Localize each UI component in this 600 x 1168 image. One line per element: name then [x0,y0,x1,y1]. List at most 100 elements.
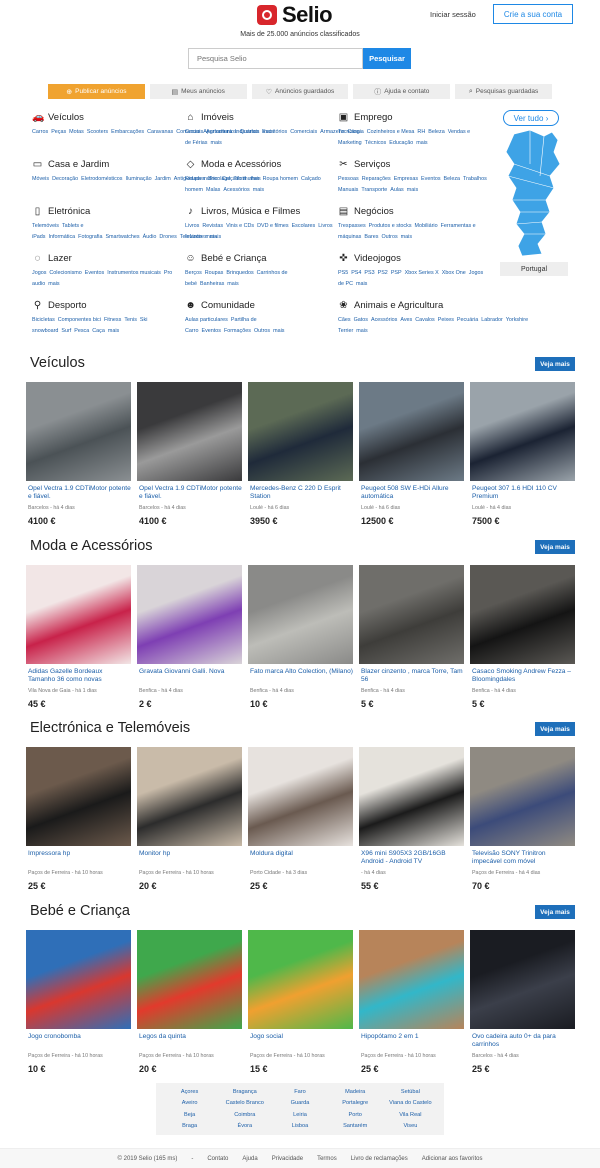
category-link[interactable]: Cães [338,317,351,323]
category-header[interactable]: ▤ Negócios [338,205,488,217]
see-more-button[interactable]: Veja mais [535,722,575,736]
category-header[interactable]: ☺ Bebé e Criança [185,252,335,264]
search-button[interactable]: Pesquisar [363,48,411,69]
category-link[interactable]: Aulas particulares [185,317,228,323]
city-link[interactable]: Setúbal [383,1087,438,1097]
category-link[interactable]: RH [417,129,425,135]
listing-photo[interactable] [137,747,242,846]
category-header[interactable]: 🚗 Veículos [32,111,182,123]
category-link[interactable]: Bicicletas [32,317,55,323]
listing-card[interactable]: Peugeot 307 1.6 HDI 110 CV Premium Loulé … [470,382,575,532]
category-link[interactable]: Empresas [394,176,418,182]
category-link[interactable]: Iluminação [126,176,152,182]
category-link[interactable]: mais [356,281,367,287]
help-contact-tab[interactable]: ⓘ Ajuda e contato [353,84,451,99]
category-link[interactable]: Reparações [362,176,391,182]
listing-title[interactable]: Impressora hp [26,850,131,868]
category-link[interactable]: Eventos [201,328,220,334]
category-link[interactable]: Outros [254,328,270,334]
saved-ads-tab[interactable]: ♡ Anúncios guardados [251,84,349,99]
listing-photo[interactable] [137,565,242,664]
category-link[interactable]: PSP [391,270,402,276]
category-link[interactable]: Labrador [481,317,503,323]
category-link[interactable]: Peixes [438,317,454,323]
footer-link[interactable]: Privacidade [272,1156,303,1162]
listing-title[interactable]: Hipopótamo 2 em 1 [359,1033,464,1051]
listing-photo[interactable] [248,747,353,846]
listing-card[interactable]: Legos da quinta Paços de Ferreira - há 10… [137,930,242,1080]
listing-card[interactable]: Gravata Giovanni Galli. Nova Benfica - há… [137,565,242,715]
listing-photo[interactable] [359,565,464,664]
listing-title[interactable]: X96 mini S905X3 2GB/16GB Android - Andro… [359,850,464,868]
category-link[interactable]: mais [253,187,264,193]
category-link[interactable]: mais [401,234,412,240]
category-link[interactable]: PS5 [338,270,348,276]
see-more-button[interactable]: Veja mais [535,357,575,371]
category-link[interactable]: Comerciais [290,129,317,135]
see-all-button[interactable]: Ver tudo › [503,110,559,126]
listing-photo[interactable] [26,382,131,481]
category-link[interactable]: Eventos [421,176,440,182]
category-link[interactable]: Caravanas [147,129,173,135]
category-header[interactable]: ♪ Livros, Música e Filmes [185,205,335,217]
category-link[interactable]: Brinquedos [226,270,253,276]
category-header[interactable]: ✂ Serviços [338,158,488,170]
category-link[interactable]: Telemóveis [32,223,59,229]
logo[interactable]: Selio [257,2,333,27]
city-link[interactable]: Coimbra [217,1110,272,1120]
category-link[interactable]: Informática [49,234,76,240]
category-link[interactable]: Calçado mulher [222,176,260,182]
listing-title[interactable]: Moldura digital [248,850,353,868]
category-link[interactable]: Livros [185,223,199,229]
category-link[interactable]: Caça [92,328,105,334]
category-link[interactable]: Escritórios [262,129,287,135]
listing-title[interactable]: Gravata Giovanni Galli. Nova [137,668,242,686]
category-link[interactable]: Drones [159,234,176,240]
listing-title[interactable]: Opel Vectra 1.9 CDTiMotor potente e fiáv… [137,485,242,503]
category-header[interactable]: ❀ Animais e Agricultura [338,299,488,311]
category-link[interactable]: Instrumentos musicais [107,270,161,276]
category-link[interactable]: PS4 [351,270,361,276]
listing-photo[interactable] [137,930,242,1029]
city-link[interactable]: Leiria [272,1110,327,1120]
category-link[interactable]: Técnicos [365,140,387,146]
listing-title[interactable]: Blazer cinzento , marca Torre, Tam 56 [359,668,464,686]
listing-title[interactable]: Adidas Gazelle Bordeaux Tamanho 36 como … [26,668,131,686]
country-label[interactable]: Portugal [500,262,568,276]
listing-title[interactable]: Peugeot 307 1.6 HDI 110 CV Premium [470,485,575,503]
listing-title[interactable]: Televisão SONY Trinitron impecável com m… [470,850,575,868]
category-link[interactable]: mais [407,187,418,193]
city-link[interactable]: Bragança [217,1087,272,1097]
see-more-button[interactable]: Veja mais [535,905,575,919]
listing-card[interactable]: Opel Vectra 1.9 CDTiMotor potente e fiáv… [137,382,242,532]
category-link[interactable]: Casas [185,129,200,135]
city-link[interactable]: Viana do Castelo [383,1098,438,1108]
category-link[interactable]: Mobiliário [415,223,438,229]
listing-title[interactable]: Jogo cronobomba [26,1033,131,1051]
section-title[interactable]: Electrónica e Telemóveis [30,720,190,736]
listing-card[interactable]: Opel Vectra 1.9 CDTiMotor potente e fiáv… [26,382,131,532]
category-link[interactable]: mais [48,281,59,287]
category-link[interactable]: mais [227,281,238,287]
listing-card[interactable]: Blazer cinzento , marca Torre, Tam 56 Ben… [359,565,464,715]
listing-photo[interactable] [137,382,242,481]
footer-link[interactable]: Termos [317,1156,337,1162]
category-link[interactable]: Vinis e CDs [226,223,254,229]
see-more-button[interactable]: Veja mais [535,540,575,554]
listing-photo[interactable] [470,930,575,1029]
footer-link[interactable]: Contato [207,1156,228,1162]
city-link[interactable]: Beja [162,1110,217,1120]
city-link[interactable]: Santarém [328,1121,383,1131]
category-link[interactable]: Scooters [87,129,108,135]
category-link[interactable]: Aves [400,317,412,323]
listing-title[interactable]: Ovo cadeira auto 0+ da para carrinhos [470,1033,575,1051]
listing-photo[interactable] [359,382,464,481]
category-link[interactable]: mais [416,140,427,146]
category-link[interactable]: Produtos e stocks [369,223,412,229]
category-link[interactable]: Roupas [205,270,224,276]
section-title[interactable]: Moda e Acessórios [30,538,153,554]
section-title[interactable]: Veículos [30,355,85,371]
city-link[interactable]: Guarda [272,1098,327,1108]
listing-photo[interactable] [26,747,131,846]
listing-photo[interactable] [470,565,575,664]
